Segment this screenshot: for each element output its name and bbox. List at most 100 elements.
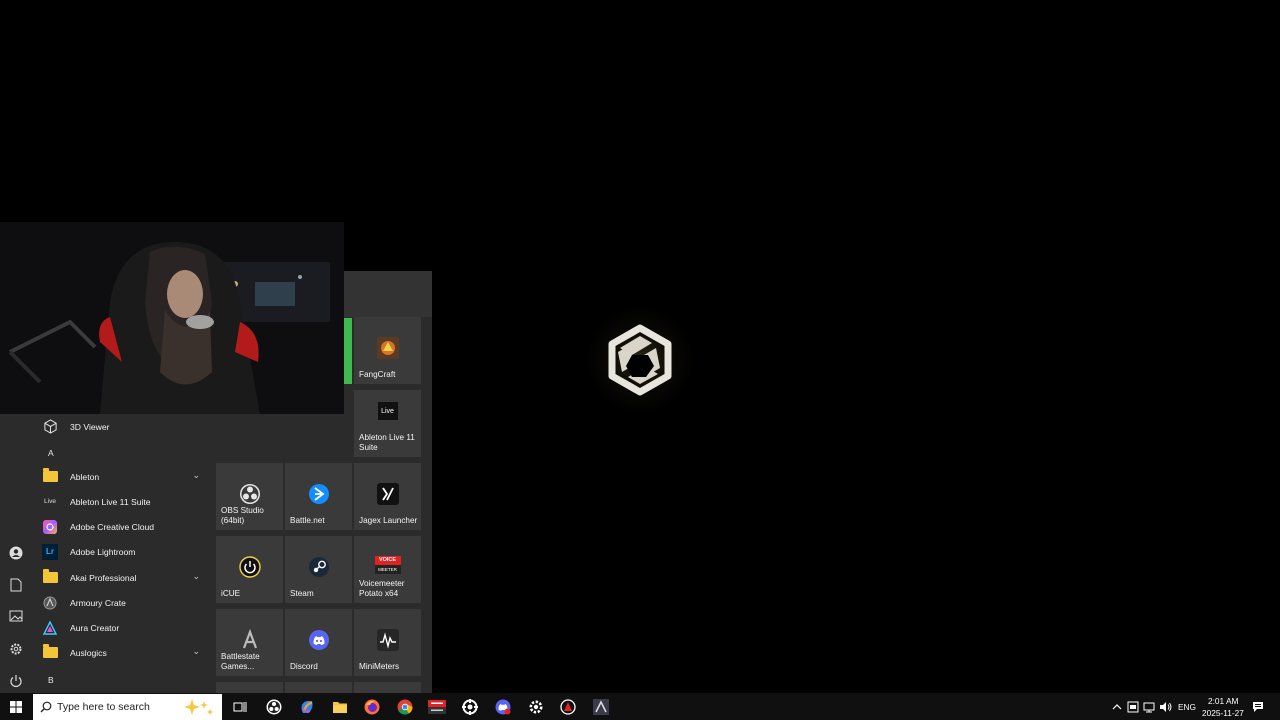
tile-label: Discord: [290, 662, 318, 671]
tile-label: Steam: [290, 589, 314, 598]
list-item-auslogics-folder[interactable]: Auslogics ⌄: [32, 640, 210, 665]
obs-icon[interactable]: [264, 697, 284, 717]
tile-obs-studio[interactable]: OBS Studio (64bit): [216, 463, 283, 530]
tile-label: Ableton Live 11 Suite: [359, 433, 415, 452]
voicemeeter-icon: VOICE MEETER: [374, 556, 401, 574]
battlestate-icon[interactable]: [591, 697, 611, 717]
list-item-ableton-folder[interactable]: Ableton ⌄: [32, 464, 210, 489]
tile-minimeters[interactable]: MiniMeters: [354, 609, 421, 676]
file-explorer-icon[interactable]: [330, 697, 350, 717]
volume-icon[interactable]: [1157, 697, 1173, 717]
list-item-3d-viewer[interactable]: 3D Viewer: [32, 414, 210, 439]
input-language[interactable]: ENG: [1178, 702, 1196, 712]
folder-icon: [42, 644, 58, 661]
tile-discord[interactable]: Discord: [285, 609, 352, 676]
fangcraft-icon: [376, 337, 399, 359]
taskbar: ENG 2:01 AM 2025-11-27: [0, 693, 1280, 720]
network-icon[interactable]: [1141, 697, 1157, 717]
letter-header-b[interactable]: B: [48, 675, 54, 685]
tile-battlestate-games[interactable]: Battlestate Games...: [216, 609, 283, 676]
discord-icon[interactable]: [493, 697, 513, 717]
firefox-icon[interactable]: [362, 697, 382, 717]
obs-icon: [239, 483, 261, 505]
tile-ableton-live[interactable]: Live Ableton Live 11 Suite: [354, 390, 421, 457]
live-icon: Live: [377, 402, 398, 420]
tile-label: Jagex Launcher: [359, 516, 418, 525]
aura-creator-icon: [42, 620, 58, 636]
tile-steam[interactable]: Steam: [285, 536, 352, 603]
discord-icon: [308, 629, 330, 651]
app-label: Ableton: [70, 471, 100, 482]
search-box[interactable]: [33, 694, 222, 720]
tile-battlenet[interactable]: Battle.net: [285, 463, 352, 530]
tile-label: Battle.net: [290, 516, 325, 525]
webcam-scene: [0, 222, 344, 414]
power-icon[interactable]: [8, 674, 24, 690]
list-item-akai-folder[interactable]: Akai Professional ⌄: [32, 565, 210, 590]
app-label: Aura Creator: [70, 622, 120, 633]
armoury-crate-icon[interactable]: [558, 697, 578, 717]
chevron-down-icon: ⌄: [192, 470, 200, 480]
icue-icon: [238, 556, 261, 578]
creative-cloud-icon: [42, 519, 58, 535]
chevron-down-icon: ⌄: [192, 646, 200, 656]
chevron-down-icon: ⌄: [192, 571, 200, 581]
armoury-crate-icon: [42, 595, 58, 611]
search-input[interactable]: [57, 698, 177, 716]
clock-date[interactable]: 2025-11-27: [1202, 708, 1244, 718]
search-highlight-icon: [184, 699, 213, 715]
notification-center-icon[interactable]: [1249, 697, 1267, 717]
list-item-adobe-creative-cloud[interactable]: Adobe Creative Cloud: [32, 514, 210, 539]
app-label: Auslogics: [70, 647, 107, 658]
tile-label: Battlestate Games...: [221, 652, 260, 671]
battlestate-icon: [239, 629, 261, 651]
tile-partial[interactable]: [354, 682, 421, 693]
steam-icon[interactable]: [460, 697, 480, 717]
tile-partial[interactable]: [216, 682, 283, 693]
list-item-armoury-crate[interactable]: Armoury Crate: [32, 590, 210, 615]
start-button[interactable]: [0, 693, 32, 720]
chrome-icon[interactable]: [395, 697, 415, 717]
app-label: Adobe Creative Cloud: [70, 521, 155, 532]
tile-label: iCUE: [221, 589, 241, 598]
minimeters-icon: [376, 629, 399, 651]
lightroom-icon: Lr: [42, 543, 58, 560]
battlenet-icon: [308, 483, 330, 505]
folder-icon: [42, 569, 58, 586]
app-label: Armoury Crate: [70, 597, 126, 608]
voicemeeter-icon[interactable]: [427, 697, 447, 717]
tile-jagex-launcher[interactable]: Jagex Launcher: [354, 463, 421, 530]
steam-icon: [308, 556, 330, 578]
tile-voicemeeter[interactable]: VOICE MEETER Voicemeeter Potato x64: [354, 536, 421, 603]
list-item-adobe-lightroom[interactable]: Lr Adobe Lightroom: [32, 539, 210, 564]
tile-accent-bar: [344, 318, 352, 384]
show-hidden-icons-chevron-icon[interactable]: [1108, 697, 1126, 717]
webcam-overlay: [0, 222, 344, 414]
task-view-icon[interactable]: [230, 697, 250, 717]
tile-fangcraft[interactable]: FangCraft: [354, 317, 421, 384]
clock-time[interactable]: 2:01 AM: [1208, 696, 1238, 706]
user-account-icon[interactable]: [8, 546, 24, 562]
app-label: Adobe Lightroom: [70, 546, 136, 557]
search-icon: [40, 701, 52, 713]
live-icon: Live: [44, 498, 56, 505]
copilot-icon[interactable]: [297, 697, 317, 717]
documents-icon[interactable]: [8, 578, 24, 594]
tile-icue[interactable]: iCUE: [216, 536, 283, 603]
letter-header-a[interactable]: A: [48, 448, 54, 458]
list-item-ableton-live[interactable]: Live Ableton Live 11 Suite: [32, 489, 210, 514]
desktop-logo-icon: [608, 324, 672, 396]
tile-label: FangCraft: [359, 370, 396, 379]
tile-label: OBS Studio (64bit): [221, 506, 264, 525]
settings-icon[interactable]: [8, 642, 24, 658]
tile-partial[interactable]: [285, 682, 352, 693]
pictures-icon[interactable]: [8, 610, 24, 626]
app-label: Ableton Live 11 Suite: [70, 496, 151, 507]
app-label: 3D Viewer: [70, 421, 110, 432]
tile-label: Voicemeeter Potato x64: [359, 579, 405, 598]
windows-logo-icon: [10, 700, 22, 713]
tray-app-icon[interactable]: [1125, 697, 1141, 717]
list-item-aura-creator[interactable]: Aura Creator: [32, 615, 210, 640]
settings-icon[interactable]: [526, 697, 546, 717]
jagex-icon: [376, 483, 399, 505]
